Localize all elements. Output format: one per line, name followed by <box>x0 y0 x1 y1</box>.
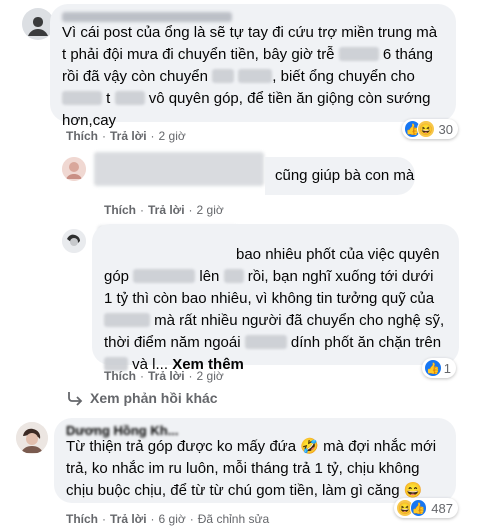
censored-text <box>244 335 287 349</box>
reply-button[interactable]: Trả lời <box>110 129 147 143</box>
reply-button[interactable]: Trả lời <box>148 369 185 383</box>
blurred-name <box>94 152 264 186</box>
reply-arrow-icon <box>68 392 83 406</box>
comment-bubble: Dương Hồng Kh... Từ thiện trả góp được k… <box>54 418 456 503</box>
like-button[interactable]: Thích <box>104 203 136 217</box>
comment-text: bao nhiêu phốt của việc quyên <box>236 246 440 263</box>
comment-text: góp lên rồi, bạn nghĩ xuống tới dưới <box>104 268 434 285</box>
commenter-name[interactable]: Dương Hồng Kh... <box>66 420 179 442</box>
comment-text: 1 tỷ thì còn bao nhiêu, vì không tin tưở… <box>104 290 435 307</box>
censored-text <box>338 47 379 61</box>
like-button[interactable]: Thích <box>104 369 136 383</box>
like-button[interactable]: Thích <box>66 129 98 143</box>
reaction-count: 30 <box>438 121 453 137</box>
user-avatar-icon <box>62 229 86 253</box>
comment-text: trả, ko nhắc im ru luôn, mỗi tháng trả 1… <box>66 460 420 477</box>
censored-text <box>114 91 145 105</box>
reply-button[interactable]: Trả lời <box>110 512 147 526</box>
comment-actions: Thích · Trả lời · 2 giờ <box>104 203 224 217</box>
censored-text <box>62 91 102 105</box>
comment-text: Vì cái post của ổng là sẽ tự tay đi cứu … <box>62 24 438 41</box>
more-replies-link[interactable]: Xem phản hồi khác <box>66 390 218 406</box>
comment-text: thời điểm năm ngoái dính phốt ăn chặn tr… <box>104 334 442 351</box>
comment-actions: Thích · Trả lời · 6 giờ · Đã chỉnh sửa <box>66 512 270 526</box>
censored-text <box>212 69 235 83</box>
censored-text <box>133 269 196 283</box>
comment-bubble: Vì cái post của ổng là sẽ tự tay đi cứu … <box>50 4 456 129</box>
blurred-name <box>62 12 232 22</box>
user-avatar-icon <box>62 157 86 181</box>
censored-text <box>238 69 273 83</box>
reaction-count: 487 <box>431 500 453 516</box>
comment-actions: Thích · Trả lời · 2 giờ <box>66 129 186 143</box>
grin-emoji-icon: 😄 <box>403 482 423 499</box>
comment-text: cũng giúp bà con mà <box>275 167 415 184</box>
like-reaction-icon: 👍 <box>409 499 428 517</box>
comment-bubble: bao nhiêu phốt của việc quyên góp lên rồ… <box>92 224 459 373</box>
reaction-summary[interactable]: 😆 👍 487 <box>394 498 458 518</box>
avatar[interactable] <box>62 229 86 253</box>
more-replies-label: Xem phản hồi khác <box>90 390 218 406</box>
avatar[interactable] <box>16 422 48 454</box>
comment-text: mà rất nhiều người đã chuyển cho nghệ sỹ… <box>104 310 449 332</box>
timestamp[interactable]: 2 giờ <box>159 129 186 143</box>
reaction-summary[interactable]: 👍 1 <box>422 358 456 378</box>
like-reaction-icon: 👍 <box>424 359 442 377</box>
censored-text <box>223 269 244 283</box>
haha-reaction-icon: 😆 <box>417 120 435 138</box>
comment-actions: Thích · Trả lời · 2 giờ <box>104 369 224 383</box>
timestamp[interactable]: 2 giờ <box>197 203 224 217</box>
user-avatar-icon <box>16 422 48 454</box>
rofl-emoji-icon: 🤣 <box>300 438 319 455</box>
reaction-count: 1 <box>443 360 451 376</box>
timestamp[interactable]: 6 giờ <box>159 512 186 526</box>
comment-text: rồi đã vậy còn chuyển , biết ổng chuyển … <box>62 68 415 85</box>
reply-button[interactable]: Trả lời <box>148 203 185 217</box>
like-button[interactable]: Thích <box>66 512 98 526</box>
comment-text: t phải đội mưa đi chuyển tiền, bây giờ t… <box>62 46 433 63</box>
comment-text: chịu buộc chịu, để từ từ chú gom tiền, l… <box>66 482 423 499</box>
edited-label: Đã chỉnh sửa <box>197 512 270 526</box>
comment-bubble: cũng giúp bà con mà <box>265 157 415 195</box>
comment-text: t vô quyên góp, để tiền ăn giộng còn sướ… <box>62 88 444 110</box>
censored-text <box>104 313 150 327</box>
avatar[interactable] <box>62 157 86 181</box>
reaction-summary[interactable]: 👍 😆 30 <box>402 119 458 139</box>
timestamp[interactable]: 2 giờ <box>197 369 224 383</box>
